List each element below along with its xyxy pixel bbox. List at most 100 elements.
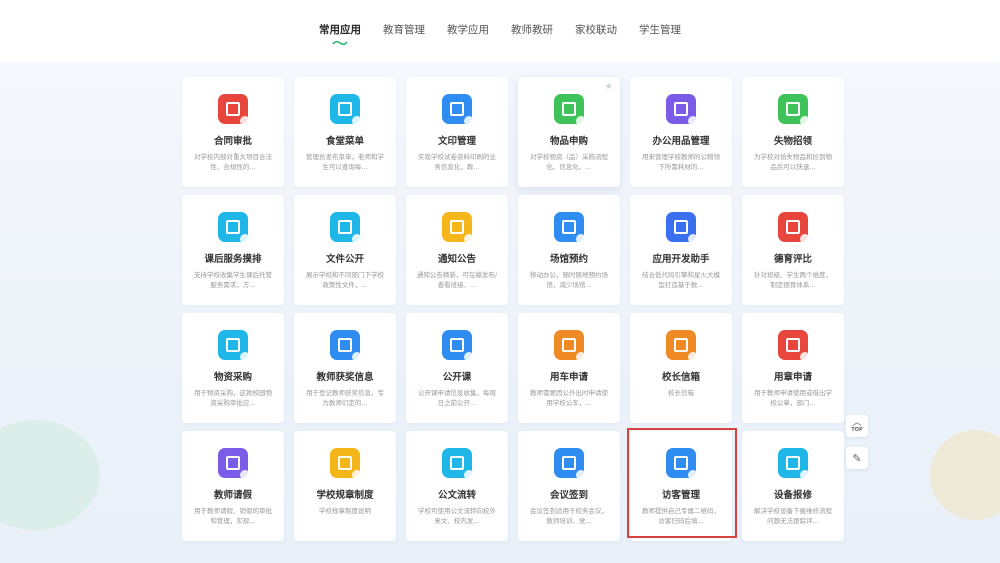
app-card[interactable]: 物资采购 用于物资采购，这款校园物资采购审批应... — [182, 313, 284, 423]
app-title: 办公用品管理 — [652, 136, 710, 147]
app-grid: 合同审批 对学校内部对重大项目合法性、合规性的... 食堂菜单 管理员发布菜单，老师和… — [182, 77, 844, 541]
tab-label: 学生管理 — [639, 24, 681, 36]
app-icon — [666, 212, 698, 244]
app-description: 教师需要因公外出时申请使用学校公车，... — [530, 389, 608, 407]
app-icon — [554, 448, 586, 480]
app-icon — [330, 94, 362, 126]
app-icon — [218, 94, 250, 126]
app-description: 支持学校收集学生课后托管服务需求，方... — [194, 271, 272, 289]
app-icon — [778, 330, 810, 362]
edit-icon: ✎ — [852, 451, 862, 465]
tab-label: 常用应用 — [319, 24, 361, 36]
app-card[interactable]: 用章申请用于教师申请使用或借出学校公章，部门... — [742, 313, 844, 423]
app-card[interactable]: 设备报修解决学校设备下报维修流程问题无法跟踪评... — [742, 431, 844, 541]
app-card[interactable]: 公文流转学校可使用公文流转向校外来文、校内发... — [406, 431, 508, 541]
app-icon — [330, 448, 362, 480]
tab-1[interactable]: 教育管理 — [372, 22, 436, 38]
app-icon — [666, 330, 698, 362]
top-label: TOP — [851, 427, 863, 433]
app-title: 教师获奖信息 — [316, 372, 374, 383]
app-description: 为学校对拾失物品和捡到物品后可以快速... — [754, 153, 832, 171]
app-title: 失物招领 — [773, 136, 812, 147]
app-description: 移动办公，随时随地预约场馆，减少场馆... — [530, 271, 608, 289]
app-icon — [778, 448, 810, 480]
highlight-box — [627, 428, 737, 538]
app-description: 学校可使用公文流转向校外来文、校内发... — [418, 507, 496, 525]
app-title: 物资采购 — [213, 372, 252, 383]
app-card[interactable]: 应用开发助手 结合低代码引擎和星火大模型打造基于数... — [630, 195, 732, 305]
app-card[interactable]: 物品申购 对学校物资（品）采购流程化、信息化、... ★ — [518, 77, 620, 187]
favorite-star-icon[interactable]: ★ — [605, 82, 613, 92]
app-title: 文印管理 — [437, 136, 476, 147]
app-card[interactable]: 文印管理 实现学校试卷资料印刷的业务信息化，教... — [406, 77, 508, 187]
tab-3[interactable]: 教师教研 — [500, 22, 564, 38]
app-title: 设备报修 — [773, 490, 812, 501]
app-description: 学校规章制度说明 — [319, 507, 371, 515]
app-card[interactable]: 公开课公开课申请信息收集，每周日之前公开... — [406, 313, 508, 423]
app-title: 教师请假 — [213, 490, 252, 501]
background-cloud-right — [930, 430, 1000, 520]
app-description: 针对班级、学生两个维度，制定德育体系... — [754, 271, 832, 289]
app-card[interactable]: 校长信箱 校长信箱 — [630, 313, 732, 423]
app-card[interactable]: 教师获奖信息用于登记教师获奖信息，专为教师们定的... — [294, 313, 396, 423]
background-cloud-left — [0, 420, 100, 530]
app-icon — [218, 212, 250, 244]
app-icon — [330, 330, 362, 362]
app-card[interactable]: 合同审批对学校内部对重大项目合法性、合规性的... — [182, 77, 284, 187]
tab-0[interactable]: 常用应用 — [308, 22, 372, 46]
app-card[interactable]: 教师请假用于教师请假、销假的审批和管理，实现... — [182, 431, 284, 541]
app-description: 结合低代码引擎和星火大模型打造基于数... — [642, 271, 720, 289]
app-icon — [778, 94, 810, 126]
app-description: 用于登记教师获奖信息，专为教师们定的... — [306, 389, 384, 407]
tab-2[interactable]: 教学应用 — [436, 22, 500, 38]
app-card[interactable]: 用车申请教师需要因公外出时申请使用学校公车，... — [518, 313, 620, 423]
app-title: 学校规章制度 — [316, 490, 374, 501]
app-icon — [442, 212, 474, 244]
tab-4[interactable]: 家校联动 — [564, 22, 628, 38]
app-title: 合同审批 — [213, 136, 252, 147]
app-title: 会议签到 — [549, 490, 588, 501]
app-card[interactable]: 食堂菜单管理员发布菜单，老师和学生可以查询每... — [294, 77, 396, 187]
app-card[interactable]: 德育评比针对班级、学生两个维度，制定德育体系... — [742, 195, 844, 305]
category-tabs: 常用应用 教育管理 教学应用 教师教研 家校联动 学生管理 — [0, 22, 1000, 46]
app-description: 管理员发布菜单，老师和学生可以查询每... — [306, 153, 384, 171]
app-card[interactable]: 会议签到会议签到适用于校务会议，教师培训，党... — [518, 431, 620, 541]
app-description: 校长信箱 — [668, 389, 694, 397]
app-description: 用于教师申请使用或借出学校公章，部门... — [754, 389, 832, 407]
tab-label: 教师教研 — [511, 24, 553, 36]
app-icon — [442, 330, 474, 362]
app-title: 课后服务摸排 — [204, 254, 262, 265]
app-title: 用车申请 — [549, 372, 588, 383]
app-card[interactable]: 通知公告 通知公告精新，可在線发布/查看班级、... — [406, 195, 508, 305]
app-title: 场馆预约 — [549, 254, 588, 265]
app-icon — [666, 94, 698, 126]
feedback-button[interactable]: ✎ — [846, 447, 868, 469]
app-title: 通知公告 — [437, 254, 476, 265]
top-navigation: 常用应用 教育管理 教学应用 教师教研 家校联动 学生管理 — [0, 0, 1000, 62]
app-card[interactable]: 失物招领为学校对拾失物品和捡到物品后可以快速... — [742, 77, 844, 187]
app-card[interactable]: 学校规章制度 学校规章制度说明 — [294, 431, 396, 541]
app-title: 公开课 — [442, 372, 472, 383]
app-card[interactable]: 场馆预约移动办公，随时随地预约场馆，减少场馆... — [518, 195, 620, 305]
app-description: 对学校物资（品）采购流程化、信息化、... — [530, 153, 608, 171]
app-title: 食堂菜单 — [325, 136, 364, 147]
app-description: 对学校内部对重大项目合法性、合规性的... — [194, 153, 272, 171]
app-card[interactable]: 课后服务摸排支持学校收集学生课后托管服务需求，方... — [182, 195, 284, 305]
app-icon — [442, 94, 474, 126]
app-icon — [218, 330, 250, 362]
app-card[interactable]: 办公用品管理用来管理学校教师的公物领下所需耗材的... — [630, 77, 732, 187]
app-description: 用来管理学校教师的公物领下所需耗材的... — [642, 153, 720, 171]
app-description: 用于教师请假、销假的审批和管理，实现... — [194, 507, 272, 525]
active-tab-indicator — [332, 40, 348, 46]
app-description: 会议签到适用于校务会议，教师培训，党... — [530, 507, 608, 525]
app-title: 德育评比 — [773, 254, 812, 265]
app-title: 用章申请 — [773, 372, 812, 383]
app-description: 解决学校设备下报维修流程问题无法跟踪评... — [754, 507, 832, 525]
app-card[interactable]: 文件公开 展示学校和不同部门下学校政策性文件，... — [294, 195, 396, 305]
app-description: 公开课申请信息收集，每周日之前公开... — [418, 389, 496, 407]
app-icon — [778, 212, 810, 244]
back-to-top-button[interactable]: ︿ TOP — [846, 415, 868, 437]
app-title: 公文流转 — [437, 490, 476, 501]
tab-5[interactable]: 学生管理 — [628, 22, 692, 38]
tab-label: 教育管理 — [383, 24, 425, 36]
